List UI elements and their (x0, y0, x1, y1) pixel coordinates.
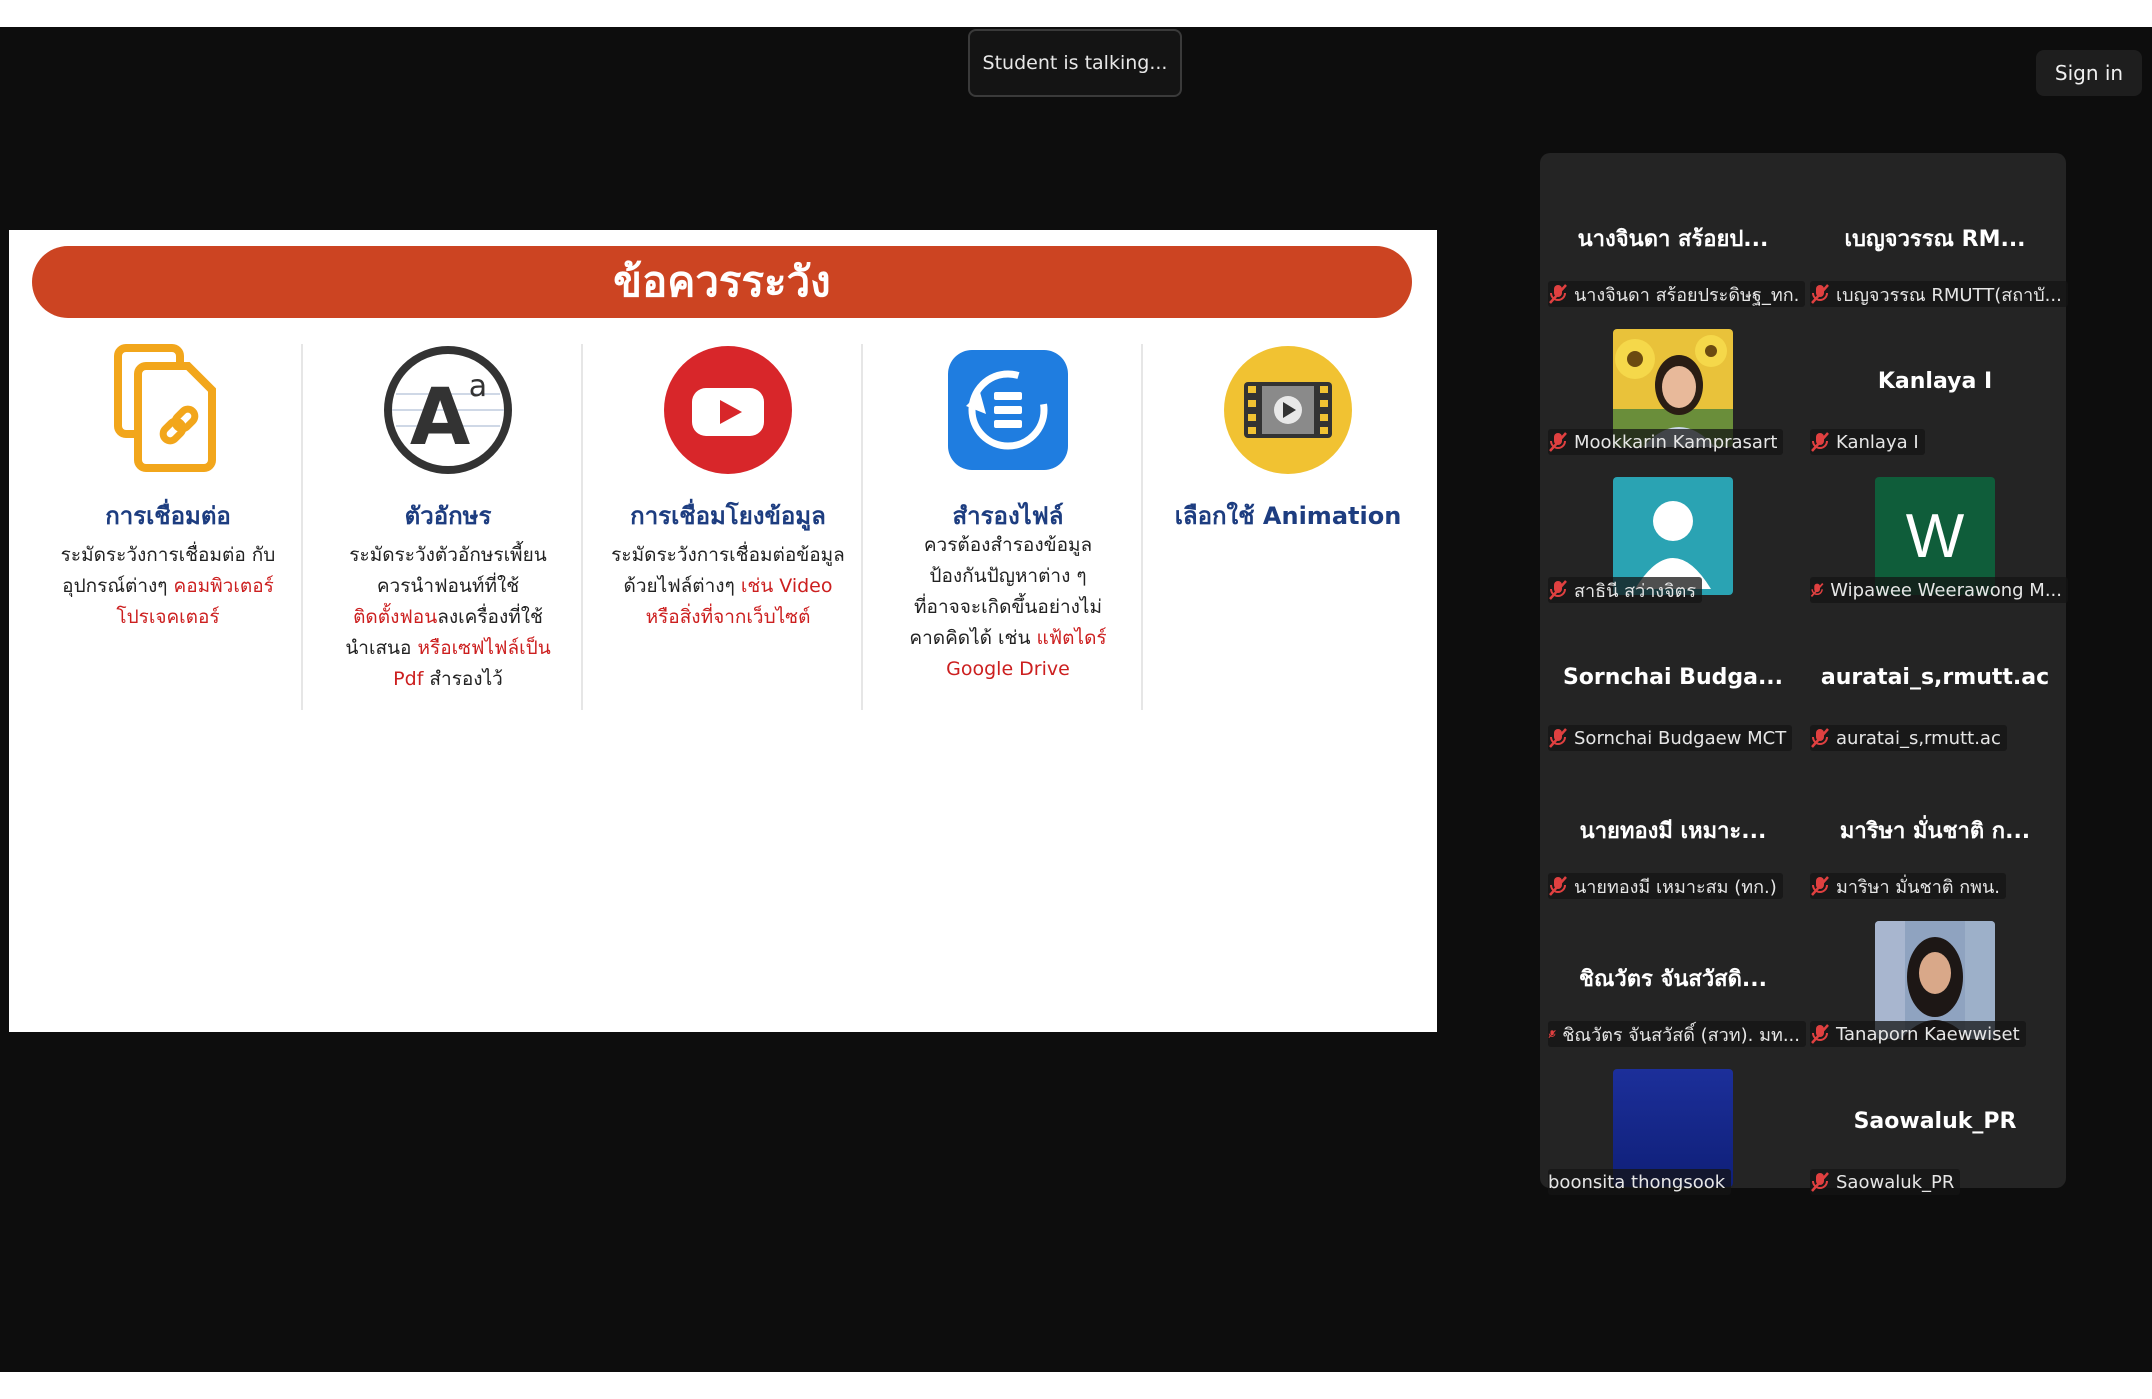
column-title: ตัวอักษร (404, 502, 492, 530)
column-divider (581, 344, 583, 710)
mic-muted-icon (1549, 876, 1567, 896)
participant-name-label: นายทองมี เหมาะสม (ทก.) (1548, 873, 1783, 899)
mic-muted-icon (1811, 284, 1829, 304)
mic-muted-icon (1811, 728, 1829, 748)
participant-name-label: auratai_s,rmutt.ac (1810, 725, 2007, 751)
participant-name-label: Kanlaya I (1810, 429, 1925, 455)
participant-name-label: Wipawee Weerawong M... (1810, 577, 2068, 603)
participant-tile[interactable]: Tanaporn Kaewwiset (1804, 907, 2066, 1055)
participant-tile[interactable]: boonsita thongsook (1542, 1055, 1804, 1203)
participant-tile[interactable]: W Wipawee Weerawong M... (1804, 463, 2068, 611)
participant-tile[interactable]: ชิณวัตร จันสวัสดิ... ชิณวัตร จันสวัสดิ์ … (1542, 907, 1806, 1055)
youtube-icon (664, 346, 792, 474)
mic-muted-icon (1811, 1024, 1829, 1044)
link-file-icon (114, 344, 216, 472)
participant-tile[interactable]: Saowaluk_PR Saowaluk_PR (1804, 1055, 2066, 1203)
column-description: ระมัดระวังการเชื่อมต่อข้อมูล ด้วยไฟล์ต่า… (611, 544, 845, 628)
mic-muted-icon (1548, 1029, 1556, 1039)
column-divider (1141, 344, 1143, 710)
column-title: เลือกใช้ Animation (1174, 502, 1402, 530)
mic-muted-icon (1811, 876, 1829, 896)
column-description: ควรต้องสำรองข้อมูล ป้องกันปัญหาต่าง ๆ ที… (909, 534, 1107, 680)
participant-display-name: เบญจวรรณ RM... (1844, 227, 2026, 252)
participant-name-label: Saowaluk_PR (1810, 1169, 1961, 1195)
participant-name-label: เบญจวรรณ RMUTT(สถาบั... (1810, 281, 2068, 307)
participant-tile[interactable]: Kanlaya I Kanlaya I (1804, 315, 2066, 463)
mic-muted-icon (1811, 1172, 1829, 1192)
sign-in-button[interactable]: Sign in (2036, 50, 2142, 96)
participant-name-label: Tanaporn Kaewwiset (1810, 1021, 2026, 1047)
slide-column-backup: สำรองไฟล์ ควรต้องสำรองข้อมูล ป้องกันปัญห… (869, 344, 1147, 710)
column-divider (861, 344, 863, 710)
participant-display-name: นางจินดา สร้อยป... (1577, 227, 1769, 252)
backup-icon (948, 350, 1068, 470)
participant-tile[interactable]: Mookkarin Kamprasart (1542, 315, 1804, 463)
mic-muted-icon (1549, 284, 1567, 304)
shared-slide: ข้อควรระวัง การเชื่อมต่อ ระมัดระวังการเช… (9, 230, 1437, 1032)
column-title: การเชื่อมต่อ (105, 502, 231, 530)
participant-tile[interactable]: auratai_s,rmutt.ac auratai_s,rmutt.ac (1804, 611, 2066, 759)
participant-name-label: ชิณวัตร จันสวัสดิ์ (สวท). มท... (1548, 1021, 1806, 1047)
participant-display-name: Sornchai Budga... (1562, 665, 1784, 690)
mic-muted-icon (1549, 580, 1567, 600)
column-divider (301, 344, 303, 710)
mic-muted-icon (1811, 432, 1829, 452)
slide-column-font: A a ตัวอักษร ระมัดระวังตัวอักษรเพี้ยน คว… (309, 344, 587, 710)
participant-tile[interactable]: เบญจวรรณ RM... เบญจวรรณ RMUTT(สถาบั... (1804, 167, 2068, 315)
slide-column-data-link: การเชื่อมโยงข้อมูล ระมัดระวังการเชื่อมต่… (589, 344, 867, 710)
column-description: ระมัดระวังการเชื่อมต่อ กับ อุปกรณ์ต่างๆ … (60, 544, 276, 628)
column-description: ระมัดระวังตัวอักษรเพี้ยน ควรนำฟอนท์ที่ใช… (345, 544, 551, 690)
participant-name-label: Mookkarin Kamprasart (1548, 429, 1784, 455)
participant-name-label: มาริษา มั่นชาติ กพน. (1810, 873, 2007, 899)
participant-tile[interactable]: มาริษา มั่นชาติ ก... มาริษา มั่นชาติ กพน… (1804, 759, 2066, 907)
mic-muted-icon (1549, 432, 1567, 452)
participant-tile[interactable]: สาธินี สว่างจิตร (1542, 463, 1804, 611)
svg-text:A: A (410, 373, 470, 463)
film-icon (1224, 346, 1352, 474)
participant-tile[interactable]: นางจินดา สร้อยป... นางจินดา สร้อยประดิษฐ… (1542, 167, 1806, 315)
participant-name-label: Sornchai Budgaew MCT (1548, 725, 1793, 751)
participant-name-label: สาธินี สว่างจิตร (1548, 577, 1703, 603)
participant-display-name: มาริษา มั่นชาติ ก... (1839, 819, 2031, 844)
participant-display-name: Saowaluk_PR (1853, 1109, 2017, 1134)
mic-muted-icon (1549, 728, 1567, 748)
participant-gallery: นางจินดา สร้อยป... นางจินดา สร้อยประดิษฐ… (1540, 153, 2068, 1195)
font-icon: A a (384, 346, 512, 474)
participant-display-name: ชิณวัตร จันสวัสดิ... (1579, 967, 1767, 992)
mic-muted-icon (1810, 583, 1824, 597)
participant-display-name: auratai_s,rmutt.ac (1820, 665, 2050, 690)
slide-banner: ข้อควรระวัง (32, 246, 1412, 318)
participant-tile[interactable]: นายทองมี เหมาะ... นายทองมี เหมาะสม (ทก.) (1542, 759, 1804, 907)
talking-indicator: Student is talking... (968, 29, 1182, 97)
slide-column-connection: การเชื่อมต่อ ระมัดระวังการเชื่อมต่อ กับ … (29, 344, 307, 710)
participant-display-name: Kanlaya I (1877, 369, 1993, 394)
participant-tile[interactable]: Sornchai Budga... Sornchai Budgaew MCT (1542, 611, 1804, 759)
participant-name-label: นางจินดา สร้อยประดิษฐ_ทก. (1548, 281, 1806, 307)
participant-display-name: นายทองมี เหมาะ... (1579, 819, 1767, 844)
slide-column-animation: เลือกใช้ Animation (1149, 344, 1427, 710)
column-title: การเชื่อมโยงข้อมูล (630, 502, 826, 530)
participant-name-label: boonsita thongsook (1548, 1169, 1732, 1195)
svg-text:a: a (469, 369, 487, 404)
